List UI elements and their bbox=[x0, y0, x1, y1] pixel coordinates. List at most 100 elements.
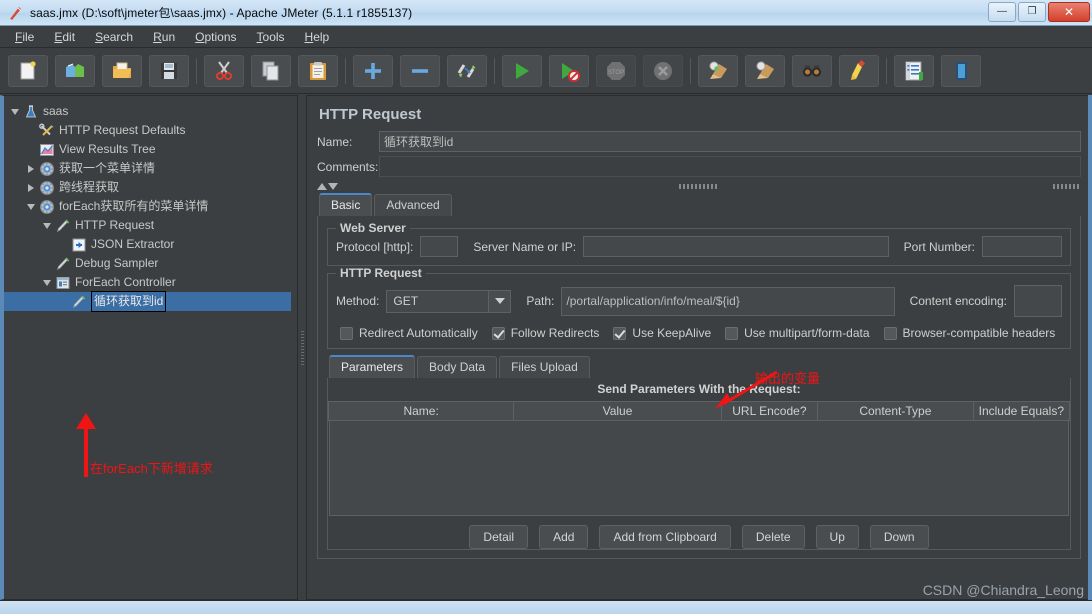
clear-all-icon[interactable] bbox=[745, 54, 785, 87]
menu-file[interactable]: File bbox=[6, 28, 43, 46]
start-icon[interactable] bbox=[502, 54, 542, 87]
port-number-input[interactable] bbox=[982, 236, 1062, 257]
menu-search[interactable]: Search bbox=[86, 28, 142, 46]
menu-tools[interactable]: Tools bbox=[248, 28, 294, 46]
help-icon[interactable] bbox=[941, 54, 981, 87]
checkbox-box[interactable] bbox=[613, 326, 627, 340]
checkbox-box[interactable] bbox=[340, 326, 353, 340]
tree-node[interactable]: HTTP Request Defaults bbox=[4, 121, 297, 140]
tree-node[interactable]: forEach获取所有的菜单详情 bbox=[4, 197, 297, 216]
protocol-input[interactable] bbox=[420, 236, 459, 257]
tree-node[interactable]: Debug Sampler bbox=[4, 254, 297, 273]
params-section: Parameters Body Data Files Upload Send Par… bbox=[327, 355, 1071, 550]
templates-icon[interactable] bbox=[55, 54, 95, 87]
basic-advanced-tabs[interactable]: Basic Advanced bbox=[319, 193, 1081, 216]
paste-icon[interactable] bbox=[298, 54, 338, 87]
collapse-all-icon[interactable] bbox=[400, 54, 440, 87]
checkbox-use-multipart-form-data[interactable]: Use multipart/form-data bbox=[725, 326, 870, 340]
delete-button[interactable]: Delete bbox=[741, 525, 805, 549]
toggle-icon[interactable] bbox=[447, 54, 487, 87]
name-input[interactable] bbox=[379, 131, 1081, 152]
path-label: Path: bbox=[526, 294, 555, 308]
add-from-clipboard-button[interactable]: Add from Clipboard bbox=[599, 525, 731, 549]
tree-node[interactable]: 获取一个菜单详情 bbox=[4, 159, 297, 178]
tree-node[interactable]: View Results Tree bbox=[4, 140, 297, 159]
tree-node[interactable]: saas bbox=[4, 102, 297, 121]
checkbox-browser-compatible-headers[interactable]: Browser-compatible headers bbox=[883, 326, 1055, 340]
collapse-strip[interactable] bbox=[317, 181, 1081, 192]
chevron-down-icon[interactable] bbox=[40, 276, 54, 290]
chevron-right-icon[interactable] bbox=[24, 162, 38, 176]
reset-search-icon[interactable] bbox=[839, 54, 879, 87]
expand-all-icon[interactable] bbox=[353, 54, 393, 87]
new-icon[interactable] bbox=[8, 54, 48, 87]
tree-node-label: saas bbox=[43, 104, 69, 118]
page-title: HTTP Request bbox=[319, 106, 422, 123]
tree-node[interactable]: 循环获取到id bbox=[4, 291, 297, 312]
split-divider[interactable] bbox=[298, 95, 306, 600]
path-input[interactable] bbox=[561, 286, 895, 316]
add-button[interactable]: Add bbox=[539, 525, 589, 549]
test-plan-tree-panel[interactable]: saas HTTP Request Defaults View Results Tr… bbox=[0, 95, 298, 600]
test-plan-tree[interactable]: saas HTTP Request Defaults View Results Tr… bbox=[4, 96, 297, 312]
tab-body-data[interactable]: Body Data bbox=[417, 356, 498, 378]
content-encoding-input[interactable] bbox=[1014, 285, 1062, 317]
tab-advanced[interactable]: Advanced bbox=[374, 194, 452, 216]
tree-node-label: HTTP Request bbox=[75, 218, 155, 232]
chevron-down-icon[interactable] bbox=[488, 290, 511, 312]
chevron-down-icon[interactable] bbox=[40, 219, 54, 233]
http-request-group: HTTP Request Method: GET Path: Content e… bbox=[327, 266, 1071, 349]
collapse-up-icon[interactable] bbox=[317, 183, 327, 190]
checkbox-box[interactable] bbox=[883, 326, 897, 340]
params-tabs[interactable]: Parameters Body Data Files Upload bbox=[329, 355, 1071, 378]
checkbox-box[interactable] bbox=[491, 326, 505, 340]
tree-node[interactable]: ForEach Controller bbox=[4, 273, 297, 292]
collapse-down-icon[interactable] bbox=[328, 183, 338, 190]
checkbox-redirect-automatically[interactable]: Redirect Automatically bbox=[340, 326, 478, 340]
parameters-table-body[interactable] bbox=[329, 421, 1069, 516]
maximize-button[interactable]: ❐ bbox=[1018, 2, 1046, 22]
column-header[interactable]: Include Equals? bbox=[972, 401, 1071, 421]
detail-button[interactable]: Detail bbox=[469, 525, 529, 549]
menu-run[interactable]: Run bbox=[144, 28, 184, 46]
down-button[interactable]: Down bbox=[869, 525, 929, 549]
tree-scrollbar[interactable] bbox=[291, 96, 297, 599]
copy-icon[interactable] bbox=[251, 54, 291, 87]
save-icon[interactable] bbox=[149, 54, 189, 87]
open-icon[interactable] bbox=[102, 54, 142, 87]
comments-row: Comments: bbox=[317, 156, 1081, 177]
column-header[interactable]: Content-Type bbox=[817, 401, 974, 421]
method-combobox[interactable]: GET bbox=[386, 289, 512, 313]
close-button[interactable]: ✕ bbox=[1048, 2, 1090, 22]
chevron-down-icon[interactable] bbox=[24, 200, 38, 214]
tree-node[interactable]: 跨线程获取 bbox=[4, 178, 297, 197]
chevron-down-icon[interactable] bbox=[8, 105, 22, 119]
start-no-timers-icon[interactable] bbox=[549, 54, 589, 87]
cut-icon[interactable] bbox=[204, 54, 244, 87]
column-header[interactable]: Value bbox=[513, 401, 722, 421]
comments-input[interactable] bbox=[379, 156, 1081, 177]
tab-parameters[interactable]: Parameters bbox=[329, 355, 416, 378]
column-header[interactable]: Name: bbox=[327, 401, 515, 421]
function-helper-icon[interactable] bbox=[894, 54, 934, 87]
menu-help[interactable]: Help bbox=[296, 28, 339, 46]
tree-node[interactable]: JSON Extractor bbox=[4, 235, 297, 254]
checkbox-follow-redirects[interactable]: Follow Redirects bbox=[491, 326, 599, 340]
tree-node[interactable]: HTTP Request bbox=[4, 216, 297, 235]
search-icon[interactable] bbox=[792, 54, 832, 87]
chevron-right-icon[interactable] bbox=[24, 181, 38, 195]
tab-files-upload[interactable]: Files Upload bbox=[499, 356, 590, 378]
svg-text:STOP: STOP bbox=[608, 70, 624, 76]
menu-edit[interactable]: Edit bbox=[45, 28, 84, 46]
minimize-button[interactable]: — bbox=[988, 2, 1016, 22]
up-button[interactable]: Up bbox=[815, 525, 859, 549]
menu-options[interactable]: Options bbox=[186, 28, 245, 46]
strip-dots bbox=[679, 184, 719, 189]
server-name-input[interactable] bbox=[583, 236, 889, 257]
checkbox-box[interactable] bbox=[725, 326, 739, 340]
clear-icon[interactable] bbox=[698, 54, 738, 87]
checkbox-use-keepalive[interactable]: Use KeepAlive bbox=[613, 326, 711, 340]
tab-basic[interactable]: Basic bbox=[319, 193, 373, 216]
